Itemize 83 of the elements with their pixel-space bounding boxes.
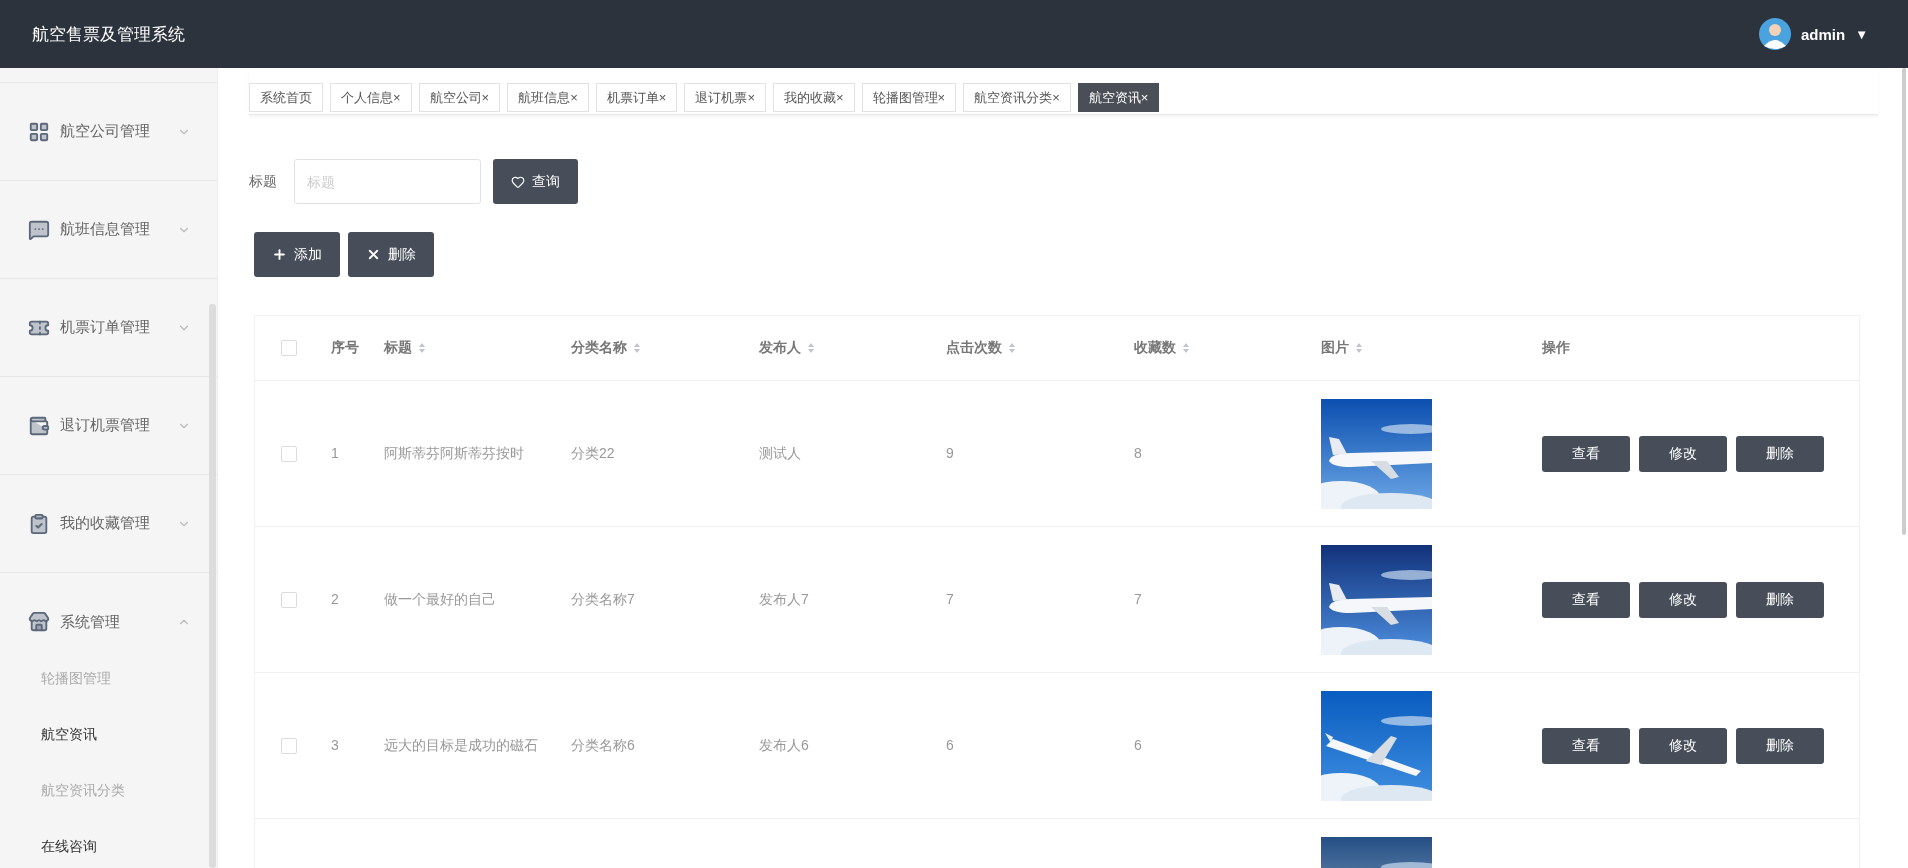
page-tab[interactable]: 航空资讯× [1077, 83, 1160, 112]
page-tab[interactable]: 系统首页 [249, 83, 323, 112]
column-header: 收藏数 [1134, 339, 1176, 357]
sort-icon[interactable] [633, 342, 641, 354]
grid-icon [28, 120, 50, 143]
delete-button[interactable]: 删除 [1736, 727, 1824, 764]
page-tab[interactable]: 航空公司× [418, 83, 501, 112]
menu-label: 机票订单管理 [60, 318, 151, 337]
menu-label: 航空公司管理 [60, 122, 151, 141]
submenu-item[interactable]: 航空资讯 [0, 707, 217, 763]
submenu-item[interactable]: 在线咨询 [0, 819, 217, 868]
select-all-checkbox[interactable] [281, 340, 297, 356]
menu-label: 我的收藏管理 [60, 514, 151, 533]
plus-icon [272, 247, 287, 262]
column-header: 点击次数 [946, 339, 1002, 357]
column-header: 发布人 [759, 339, 801, 357]
table-cell: 分类名称7 [571, 590, 635, 607]
table-cell: 8 [1134, 444, 1142, 461]
sort-icon[interactable] [1355, 342, 1363, 354]
table-cell: 6 [946, 736, 954, 753]
edit-button[interactable]: 修改 [1639, 727, 1727, 764]
table-cell: 6 [1134, 736, 1142, 753]
column-header: 图片 [1321, 339, 1349, 357]
field-label: 标题 [249, 172, 278, 191]
sort-icon[interactable] [1008, 342, 1016, 354]
table-cell: 远大的目标是成功的磁石 [384, 736, 538, 753]
menu-label: 退订机票管理 [60, 416, 151, 435]
table-cell: 7 [946, 590, 954, 607]
scrollbar[interactable] [209, 304, 216, 868]
column-header: 操作 [1542, 339, 1570, 357]
search-button[interactable]: 查询 [493, 159, 578, 204]
row-checkbox[interactable] [281, 737, 297, 754]
table-cell: 测试人 [759, 444, 801, 461]
chat-bubble-icon [28, 218, 50, 241]
table-cell: 做一个最好的自己 [384, 590, 496, 607]
wallet-icon [28, 414, 50, 437]
table-cell: 分类22 [571, 444, 615, 461]
heart-icon [511, 174, 525, 189]
sort-icon[interactable] [807, 342, 815, 354]
table-cell: 3 [331, 736, 339, 753]
table-cell: 阿斯蒂芬阿斯蒂芬按时 [384, 444, 524, 461]
sort-icon[interactable] [418, 342, 426, 354]
sidebar-menu-item[interactable]: 航空公司管理 [0, 82, 217, 180]
row-checkbox[interactable] [281, 591, 297, 608]
edit-button[interactable]: 修改 [1639, 435, 1727, 472]
clipboard-check-icon [28, 512, 50, 535]
delete-button[interactable]: 删除 [1736, 581, 1824, 618]
store-icon [28, 611, 50, 633]
sidebar-menu-item[interactable]: 航班信息管理 [0, 180, 217, 278]
sort-icon[interactable] [1182, 342, 1190, 354]
close-icon [366, 247, 381, 262]
user-name[interactable]: admin [1800, 25, 1846, 43]
edit-button[interactable]: 修改 [1639, 581, 1727, 618]
table-cell: 2 [331, 590, 339, 607]
view-button[interactable]: 查看 [1542, 727, 1630, 764]
row-checkbox[interactable] [281, 445, 297, 462]
table-cell: 分类名称6 [571, 736, 635, 753]
column-header: 标题 [384, 339, 412, 357]
page-tab[interactable]: 我的收藏× [772, 83, 855, 112]
table-cell: 发布人6 [759, 736, 809, 753]
table-cell: 1 [331, 444, 339, 461]
page-tab[interactable]: 退订机票× [684, 83, 766, 112]
scrollbar[interactable] [1902, 68, 1906, 535]
app-title: 航空售票及管理系统 [32, 23, 185, 46]
dropdown-caret[interactable]: ▼ [1855, 26, 1868, 42]
avatar-icon[interactable] [1758, 18, 1791, 50]
page-tab[interactable]: 航空资讯分类× [963, 83, 1071, 112]
menu-label: 航班信息管理 [60, 220, 151, 239]
view-button[interactable]: 查看 [1542, 435, 1630, 472]
delete-button[interactable]: 删除 [348, 232, 434, 277]
table-cell: 7 [1134, 590, 1142, 607]
delete-button[interactable]: 删除 [1736, 435, 1824, 472]
table-cell: 9 [946, 444, 954, 461]
page-tab[interactable]: 轮播图管理× [861, 83, 957, 112]
column-header: 序号 [331, 339, 359, 357]
column-header: 分类名称 [571, 339, 627, 357]
table-cell: 发布人7 [759, 590, 809, 607]
page-tab[interactable]: 航班信息× [507, 83, 589, 112]
page-tab[interactable]: 个人信息× [330, 83, 412, 112]
view-button[interactable]: 查看 [1542, 581, 1630, 618]
add-button[interactable]: 添加 [254, 232, 340, 277]
page-tab[interactable]: 机票订单× [595, 83, 678, 112]
menu-label: 系统管理 [60, 612, 121, 632]
